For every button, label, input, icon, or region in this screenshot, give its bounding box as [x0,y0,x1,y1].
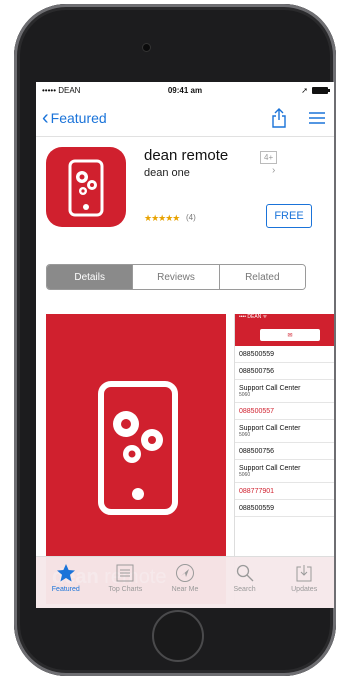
front-camera [143,44,150,51]
list-item-title: 088777901 [239,488,275,495]
clock: 09:41 am [167,86,203,95]
tab-label: Featured [51,586,80,593]
tab-reviews[interactable]: Reviews [132,265,219,289]
share-icon[interactable] [268,107,290,129]
list-item: 088500559 [235,500,334,517]
rating-stars: ★★★★★ [144,213,180,223]
screenshot-status-bar: •••• DEAN ᯤ [235,314,334,324]
list-item: Support Call Center 5060 [235,460,334,483]
list-item: Support Call Center 5060 [235,420,334,443]
top-charts-icon [114,563,136,583]
chevron-left-icon: ‹ [42,106,49,129]
screen: ••••• DEAN 09:41 am ➚ ‹ Featured dean re… [36,82,334,608]
tab-label: Near Me [171,586,199,593]
list-icon[interactable] [306,107,328,129]
list-item: 088500756 [235,443,334,460]
tab-near-me[interactable]: Near Me [155,557,215,608]
segmented-control: Details Reviews Related [46,264,306,290]
iphone-frame: ••••• DEAN 09:41 am ➚ ‹ Featured dean re… [14,4,336,676]
list-item-title: Support Call Center [239,385,301,392]
tab-label: Top Charts [108,586,143,593]
list-item-title: 088500756 [239,448,275,455]
status-bar: ••••• DEAN 09:41 am ➚ [36,82,334,99]
tab-details[interactable]: Details [47,265,133,289]
search-icon [234,563,256,583]
list-item: 088500559 [235,346,334,363]
call-list: 088500559 088500756 Support Call Center 506… [235,346,334,517]
list-item: 088500557 [235,403,334,420]
app-title: dean remote [144,147,229,164]
tab-search[interactable]: Search [215,557,275,608]
developer-name[interactable]: dean one [144,167,190,179]
back-button[interactable]: ‹ Featured [42,108,107,128]
battery-icon [311,87,330,94]
tab-label: Updates [291,586,318,593]
list-item-title: Support Call Center [239,425,301,432]
carrier-label: ••••• DEAN [42,86,81,95]
get-free-button[interactable]: FREE [266,204,312,228]
list-item-title: 088500559 [239,351,275,358]
list-item-subtitle: 5060 [239,432,251,438]
tab-related[interactable]: Related [218,265,305,289]
tab-label: Search [233,586,256,593]
list-item-title: 088500557 [239,408,275,415]
tab-featured[interactable]: Featured [36,557,96,608]
age-rating-badge: 4+ [260,151,278,164]
list-item-title: 088500559 [239,505,275,512]
location-icon [174,563,196,583]
location-arrow-icon: ➚ [301,86,308,95]
list-item: 088777901 [235,483,334,500]
tab-bar: Featured Top Charts Near Me Search Updat… [36,556,334,608]
list-item: 088500756 [235,363,334,380]
list-item-title: Support Call Center [239,465,301,472]
list-item: Support Call Center 5060 [235,380,334,403]
rating-count: (4) [186,213,196,222]
home-button[interactable] [152,610,204,662]
list-item-subtitle: 5060 [239,392,251,398]
tab-updates[interactable]: Updates [274,557,334,608]
list-item-subtitle: 5060 [239,472,251,478]
app-icon[interactable] [46,147,126,227]
updates-icon [293,563,315,583]
screenshot-button: ✉ [260,329,320,341]
star-icon [55,563,77,583]
phone-gears-illustration [98,381,178,515]
list-item-title: 088500756 [239,368,275,375]
navigation-bar: ‹ Featured [36,99,334,137]
back-label: Featured [50,109,107,126]
tab-top-charts[interactable]: Top Charts [96,557,156,608]
chevron-right-icon[interactable]: › [272,165,275,176]
app-header: dean remote dean one 4+ › ★★★★★ (4) FREE [36,137,334,247]
